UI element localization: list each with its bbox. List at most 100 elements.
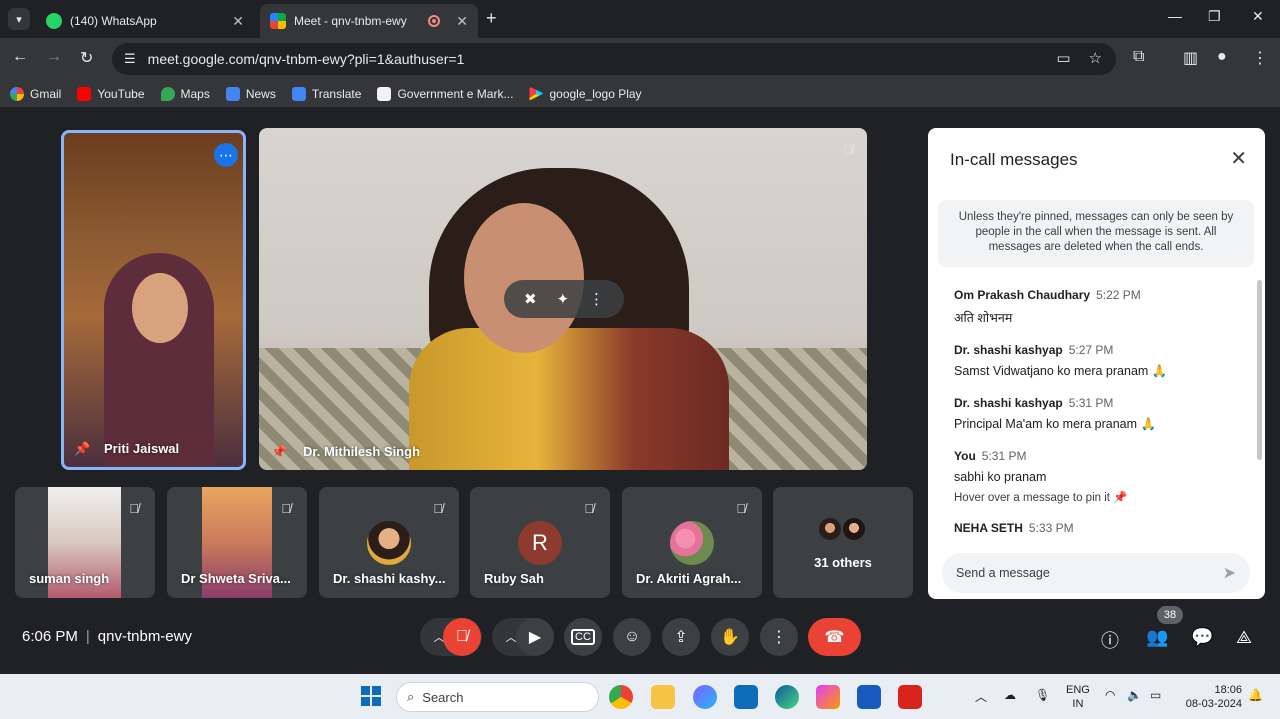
message-list: Om Prakash Chaudhary 5:22 PM अति शोभनम Dr… bbox=[954, 288, 1244, 552]
onedrive-icon[interactable]: ☁ bbox=[1004, 688, 1016, 702]
others-count: 31 others bbox=[814, 555, 872, 570]
battery-icon[interactable]: ▭ bbox=[1150, 688, 1161, 702]
wifi-icon[interactable]: ◠ bbox=[1105, 688, 1115, 702]
present-button[interactable]: ⇪ bbox=[662, 618, 700, 656]
reactions-button[interactable]: ☺ bbox=[613, 618, 651, 656]
pin-icon[interactable]: 📌 bbox=[1113, 492, 1127, 504]
bookmark-youtube[interactable]: YouTube bbox=[77, 86, 145, 101]
visual-effects-icon[interactable]: ✦ bbox=[556, 290, 569, 308]
microphone-button[interactable]: 🎙̸ bbox=[443, 618, 481, 656]
close-tab-icon[interactable]: ✕ bbox=[232, 13, 244, 30]
clock[interactable]: 18:06 08-03-2024 bbox=[1180, 683, 1242, 711]
bookmark-translate[interactable]: Translate bbox=[291, 86, 362, 101]
others-tile[interactable]: 31 others bbox=[773, 487, 913, 598]
send-message-field[interactable]: Send a message ➤ bbox=[942, 553, 1250, 593]
leave-call-button[interactable]: ☎ bbox=[808, 618, 861, 656]
bookmark-gmail[interactable]: Gmail bbox=[10, 86, 61, 101]
list-item[interactable]: You 5:31 PM sabhi ko pranam Hover over a … bbox=[954, 449, 1244, 504]
tab-search-button[interactable]: ▾ bbox=[8, 8, 30, 30]
participant-tile[interactable]: 🎙̸ Dr Shweta Sriva... bbox=[167, 487, 307, 598]
edge-icon[interactable] bbox=[775, 685, 799, 709]
reload-icon[interactable]: ↻ bbox=[80, 48, 93, 68]
region-code: IN bbox=[1072, 698, 1084, 710]
close-icon[interactable]: ✕ bbox=[1230, 146, 1247, 171]
meeting-info-icon[interactable]: ⓘ bbox=[1101, 627, 1119, 653]
chrome-icon[interactable] bbox=[609, 685, 633, 709]
participant-tile[interactable]: R 🎙̸ Ruby Sah bbox=[470, 487, 610, 598]
captions-icon: CC bbox=[571, 629, 595, 645]
tab-whatsapp[interactable]: (140) WhatsApp ✕ bbox=[36, 4, 254, 38]
list-item[interactable]: Dr. shashi kashyap 5:31 PM Principal Ma'a… bbox=[954, 396, 1244, 432]
message-sender: You bbox=[954, 449, 976, 463]
message-time: 5:33 PM bbox=[1028, 521, 1074, 535]
participant-name: Dr Shweta Sriva... bbox=[181, 571, 291, 586]
menu-kebab-icon[interactable]: ⋮ bbox=[1252, 48, 1268, 68]
microphone-icon[interactable]: 🎙 bbox=[1035, 688, 1050, 702]
extensions-icon[interactable]: ⧉ bbox=[1133, 48, 1144, 66]
captions-button[interactable]: CC bbox=[564, 618, 602, 656]
bookmark-play[interactable]: google_logo Play bbox=[529, 86, 642, 101]
people-icon[interactable]: 👥 bbox=[1146, 627, 1168, 648]
bookmark-maps[interactable]: Maps bbox=[160, 86, 210, 101]
participant-tile[interactable]: 🎙̸ suman singh bbox=[15, 487, 155, 598]
language-indicator[interactable]: ENG IN bbox=[1066, 683, 1090, 711]
chat-icon[interactable]: 💬 bbox=[1191, 627, 1213, 648]
ds-app-icon[interactable] bbox=[816, 685, 840, 709]
taskbar-search[interactable]: ⌕ Search bbox=[396, 682, 599, 712]
pin-icon[interactable]: 📌 bbox=[74, 441, 90, 457]
back-icon[interactable]: ← bbox=[12, 48, 28, 66]
restore-button[interactable]: ❐ bbox=[1208, 8, 1221, 25]
word-icon[interactable] bbox=[857, 685, 881, 709]
minimize-button[interactable]: — bbox=[1168, 8, 1182, 24]
mic-off-icon: 🎙̸ bbox=[281, 501, 291, 516]
language-code: ENG bbox=[1066, 684, 1090, 696]
activities-icon[interactable]: ⟁ bbox=[1236, 627, 1252, 648]
list-item[interactable]: Om Prakash Chaudhary 5:22 PM अति शोभनम bbox=[954, 288, 1244, 326]
more-options-icon[interactable]: ⋯ bbox=[214, 143, 238, 167]
windows-start-icon[interactable] bbox=[361, 686, 381, 706]
file-explorer-icon[interactable] bbox=[651, 685, 675, 709]
participant-tile[interactable]: 🎙̸ Dr. shashi kashy... bbox=[319, 487, 459, 598]
notification-bell-icon[interactable]: 🔔 bbox=[1248, 688, 1263, 702]
scrollbar[interactable] bbox=[1257, 280, 1262, 460]
unpin-icon[interactable]: ✖ bbox=[524, 290, 537, 308]
gem-icon bbox=[377, 86, 392, 101]
bookmark-label: Translate bbox=[311, 86, 362, 101]
address-bar[interactable]: ☰ meet.google.com/qnv-tnbm-ewy?pli=1&aut… bbox=[112, 43, 1116, 75]
message-input[interactable]: Send a message bbox=[956, 566, 1223, 580]
side-panel-icon[interactable]: ▥ bbox=[1183, 48, 1198, 68]
more-options-button[interactable]: ⋮ bbox=[760, 618, 798, 656]
pin-icon[interactable]: 📌 bbox=[271, 444, 287, 460]
camera-icon[interactable]: ▭ bbox=[1056, 49, 1070, 67]
participant-tile-priti[interactable]: ⋯ 📌 Priti Jaiswal bbox=[61, 130, 246, 470]
bookmark-label: YouTube bbox=[97, 86, 145, 101]
participant-tile[interactable]: 🎙̸ Dr. Akriti Agrah... bbox=[622, 487, 762, 598]
site-info-icon[interactable]: ☰ bbox=[124, 51, 136, 67]
participant-tile-mithilesh[interactable]: 🎙̸ ✖ ✦ ⋮ 📌 Dr. Mithilesh Singh bbox=[259, 128, 867, 470]
close-tab-icon[interactable]: ✕ bbox=[456, 13, 468, 30]
more-vert-icon: ⋮ bbox=[771, 629, 787, 646]
list-item[interactable]: Dr. shashi kashyap 5:27 PM Samst Vidwatja… bbox=[954, 343, 1244, 379]
avatar bbox=[367, 521, 411, 565]
bookmark-star-icon[interactable]: ☆ bbox=[1089, 49, 1102, 67]
raise-hand-button[interactable]: ✋ bbox=[711, 618, 749, 656]
acrobat-icon[interactable] bbox=[898, 685, 922, 709]
chevron-up-icon[interactable]: ︿ bbox=[506, 629, 517, 645]
avatar bbox=[817, 516, 843, 542]
camera-button[interactable]: ▶ bbox=[516, 618, 554, 656]
tab-meet[interactable]: Meet - qnv-tnbm-ewy ✕ bbox=[260, 4, 478, 38]
mail-icon[interactable] bbox=[734, 685, 758, 709]
close-window-button[interactable]: ✕ bbox=[1252, 8, 1264, 25]
list-item[interactable]: NEHA SETH 5:33 PM bbox=[954, 521, 1244, 535]
forward-icon[interactable]: → bbox=[46, 48, 62, 66]
more-options-icon[interactable]: ⋮ bbox=[589, 290, 604, 308]
bookmark-gem[interactable]: Government e Mark... bbox=[377, 86, 513, 101]
copilot-icon[interactable] bbox=[693, 685, 717, 709]
send-icon[interactable]: ➤ bbox=[1223, 563, 1236, 583]
new-tab-button[interactable]: + bbox=[486, 8, 497, 29]
bookmark-news[interactable]: News bbox=[225, 86, 276, 101]
chevron-up-icon[interactable]: ︿ bbox=[975, 688, 987, 705]
tab-title: Meet - qnv-tnbm-ewy bbox=[294, 14, 407, 28]
profile-icon[interactable]: ● bbox=[1217, 48, 1227, 66]
volume-icon[interactable]: 🔈 bbox=[1127, 688, 1142, 702]
